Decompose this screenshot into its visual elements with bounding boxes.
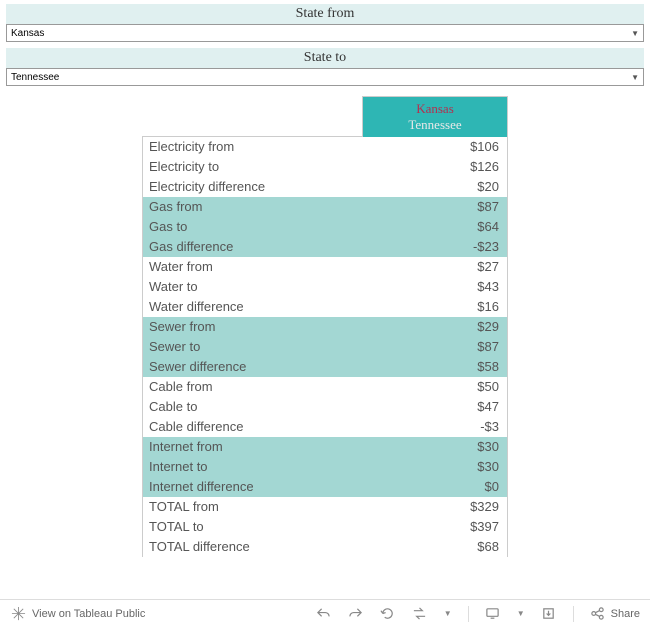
table-row: TOTAL to$397 bbox=[143, 517, 508, 537]
row-label: Water to bbox=[143, 277, 363, 297]
row-value: $64 bbox=[363, 217, 508, 237]
table-row: TOTAL from$329 bbox=[143, 497, 508, 517]
row-label: Gas difference bbox=[143, 237, 363, 257]
refresh-menu-icon[interactable]: ▼ bbox=[444, 609, 452, 618]
revert-icon[interactable] bbox=[380, 606, 396, 622]
row-value: $126 bbox=[363, 157, 508, 177]
table-row: Sewer from$29 bbox=[143, 317, 508, 337]
row-label: Electricity to bbox=[143, 157, 363, 177]
row-value: $47 bbox=[363, 397, 508, 417]
undo-icon[interactable] bbox=[316, 606, 332, 622]
state-to-select[interactable]: Tennessee ▼ bbox=[6, 68, 644, 86]
row-value: $16 bbox=[363, 297, 508, 317]
row-label: Gas from bbox=[143, 197, 363, 217]
table-row: Sewer to$87 bbox=[143, 337, 508, 357]
share-icon bbox=[590, 606, 606, 622]
table-row: Gas to$64 bbox=[143, 217, 508, 237]
toolbar: View on Tableau Public ▼ ▼ Share bbox=[0, 599, 650, 627]
table-row: Water from$27 bbox=[143, 257, 508, 277]
row-value: $68 bbox=[363, 537, 508, 557]
row-label: Electricity from bbox=[143, 137, 363, 157]
row-value: $87 bbox=[363, 197, 508, 217]
table-row: Sewer difference$58 bbox=[143, 357, 508, 377]
row-label: Internet to bbox=[143, 457, 363, 477]
row-value: $43 bbox=[363, 277, 508, 297]
row-value: $20 bbox=[363, 177, 508, 197]
row-value: -$23 bbox=[363, 237, 508, 257]
table-row: TOTAL difference$68 bbox=[143, 537, 508, 557]
table-row: Electricity to$126 bbox=[143, 157, 508, 177]
table-row: Cable difference-$3 bbox=[143, 417, 508, 437]
row-value: $58 bbox=[363, 357, 508, 377]
row-value: $87 bbox=[363, 337, 508, 357]
row-value: $50 bbox=[363, 377, 508, 397]
redo-icon[interactable] bbox=[348, 606, 364, 622]
download-icon[interactable] bbox=[541, 606, 557, 622]
share-label: Share bbox=[611, 608, 640, 620]
header-from-state: Kansas bbox=[371, 101, 499, 117]
tableau-logo-icon bbox=[10, 606, 26, 622]
state-to-value: Tennessee bbox=[11, 72, 59, 83]
row-label: Sewer to bbox=[143, 337, 363, 357]
table-row: Internet to$30 bbox=[143, 457, 508, 477]
table-row: Internet difference$0 bbox=[143, 477, 508, 497]
row-value: $30 bbox=[363, 457, 508, 477]
table-row: Water difference$16 bbox=[143, 297, 508, 317]
table-row: Internet from$30 bbox=[143, 437, 508, 457]
chevron-down-icon: ▼ bbox=[631, 73, 639, 82]
state-to-header: State to bbox=[6, 48, 644, 68]
chevron-down-icon: ▼ bbox=[631, 29, 639, 38]
row-label: Cable from bbox=[143, 377, 363, 397]
row-label: Electricity difference bbox=[143, 177, 363, 197]
row-label: Sewer difference bbox=[143, 357, 363, 377]
row-label: Gas to bbox=[143, 217, 363, 237]
row-label: Cable difference bbox=[143, 417, 363, 437]
state-from-header: State from bbox=[6, 4, 644, 24]
row-label: Water difference bbox=[143, 297, 363, 317]
table-row: Electricity difference$20 bbox=[143, 177, 508, 197]
row-value: $30 bbox=[363, 437, 508, 457]
row-value: $0 bbox=[363, 477, 508, 497]
state-from-value: Kansas bbox=[11, 28, 44, 39]
table-row: Cable to$47 bbox=[143, 397, 508, 417]
view-on-tableau-label: View on Tableau Public bbox=[32, 608, 145, 620]
view-on-tableau-button[interactable]: View on Tableau Public bbox=[10, 606, 145, 622]
row-value: $329 bbox=[363, 497, 508, 517]
row-label: Water from bbox=[143, 257, 363, 277]
row-label: TOTAL to bbox=[143, 517, 363, 537]
table-row: Water to$43 bbox=[143, 277, 508, 297]
header-to-state: Tennessee bbox=[371, 117, 499, 133]
row-label: Internet difference bbox=[143, 477, 363, 497]
row-label: Internet from bbox=[143, 437, 363, 457]
row-label: TOTAL from bbox=[143, 497, 363, 517]
state-from-select[interactable]: Kansas ▼ bbox=[6, 24, 644, 42]
row-value: $29 bbox=[363, 317, 508, 337]
device-menu-icon[interactable]: ▼ bbox=[517, 609, 525, 618]
row-value: $27 bbox=[363, 257, 508, 277]
table-row: Electricity from$106 bbox=[143, 137, 508, 157]
device-icon[interactable] bbox=[485, 606, 501, 622]
refresh-icon[interactable] bbox=[412, 606, 428, 622]
row-label: Sewer from bbox=[143, 317, 363, 337]
cost-table: Kansas Tennessee Electricity from$106Ele… bbox=[142, 96, 508, 557]
row-label: Cable to bbox=[143, 397, 363, 417]
row-label: TOTAL difference bbox=[143, 537, 363, 557]
share-button[interactable]: Share bbox=[590, 606, 640, 622]
row-value: $397 bbox=[363, 517, 508, 537]
table-header: Kansas Tennessee bbox=[363, 97, 508, 137]
table-row: Cable from$50 bbox=[143, 377, 508, 397]
row-value: -$3 bbox=[363, 417, 508, 437]
row-value: $106 bbox=[363, 137, 508, 157]
table-row: Gas difference-$23 bbox=[143, 237, 508, 257]
table-row: Gas from$87 bbox=[143, 197, 508, 217]
